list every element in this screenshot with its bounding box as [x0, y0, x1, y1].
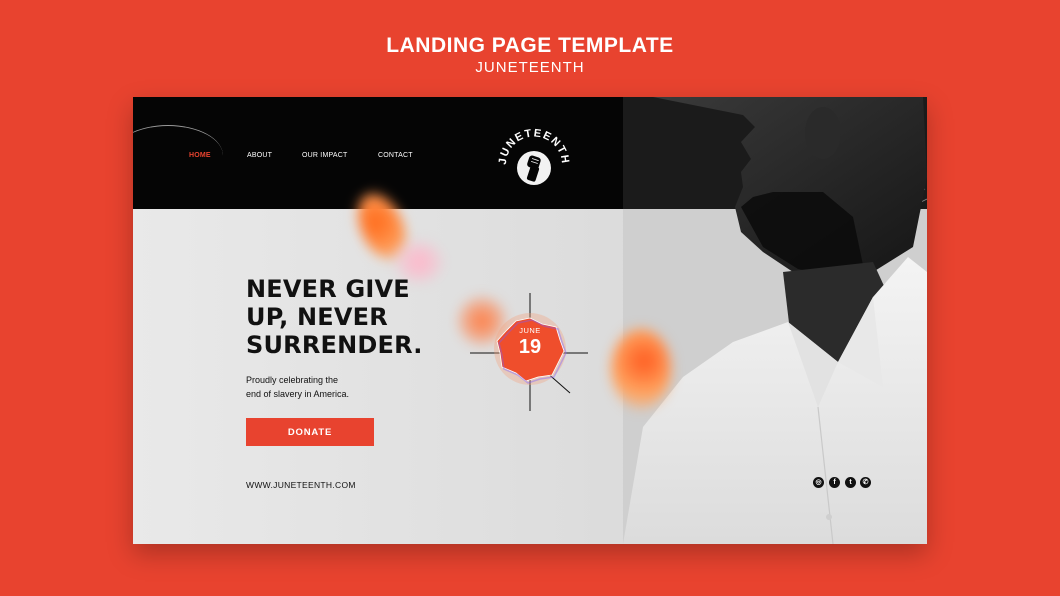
- badge-month: JUNE: [519, 326, 541, 335]
- banner-subtitle: JUNETEENTH: [475, 59, 585, 76]
- nav-about[interactable]: ABOUT: [247, 152, 272, 159]
- nav-contact[interactable]: CONTACT: [378, 152, 413, 159]
- facebook-icon[interactable]: f: [829, 477, 840, 488]
- juneteenth-logo[interactable]: JUNETEENTH: [495, 122, 573, 200]
- website-link[interactable]: WWW.JUNETEENTH.COM: [246, 480, 356, 490]
- headline-line-2: UP, NEVER: [246, 303, 388, 331]
- subtext-line-2: end of slavery in America.: [246, 389, 350, 399]
- landing-page-preview: HOME ABOUT OUR IMPACT CONTACT JUNETEENTH: [133, 97, 927, 544]
- hero-headline: NEVER GIVE UP, NEVER SURRENDER.: [246, 275, 476, 359]
- whatsapp-icon[interactable]: ✆: [860, 477, 871, 488]
- orange-blob-right: [611, 329, 671, 409]
- headline-line-3: SURRENDER.: [246, 331, 423, 359]
- subtext-line-1: Proudly celebrating the: [246, 375, 339, 385]
- twitter-icon[interactable]: t: [845, 477, 856, 488]
- badge-day: 19: [518, 336, 542, 358]
- nav-home[interactable]: HOME: [189, 152, 211, 159]
- headline-line-1: NEVER GIVE: [246, 275, 410, 303]
- banner-title: LANDING PAGE TEMPLATE: [386, 34, 674, 57]
- nav-our-impact[interactable]: OUR IMPACT: [302, 152, 347, 159]
- instagram-icon[interactable]: ◎: [813, 477, 824, 488]
- hero-subtext: Proudly celebrating the end of slavery i…: [246, 373, 396, 401]
- donate-button[interactable]: DONATE: [246, 418, 374, 446]
- hero-photo: [623, 97, 927, 544]
